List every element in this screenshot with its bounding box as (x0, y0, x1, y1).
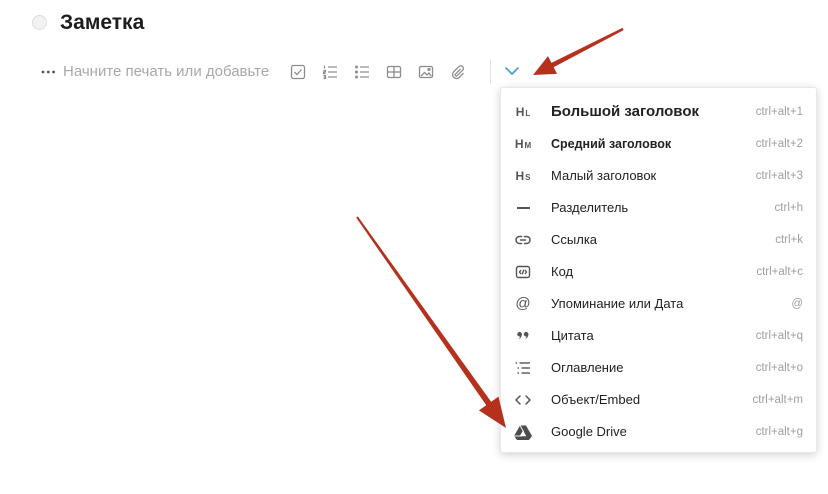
menu-item-divider[interactable]: Разделитель ctrl+h (501, 192, 816, 224)
menu-item-quote[interactable]: Цитата ctrl+alt+q (501, 320, 816, 352)
large-heading-icon: HL (515, 105, 531, 119)
embed-icon (513, 390, 533, 410)
menu-item-shortcut: ctrl+k (775, 234, 803, 246)
table-icon[interactable] (386, 64, 402, 80)
menu-item-mention-date[interactable]: @ Упоминание или Дата @ (501, 288, 816, 320)
paperclip-icon[interactable] (450, 64, 466, 80)
menu-item-label: Большой заголовок (551, 103, 700, 120)
checkbox-icon[interactable] (290, 64, 306, 80)
menu-item-label: Код (551, 264, 574, 279)
menu-item-label: Google Drive (551, 424, 627, 439)
code-icon (513, 262, 533, 282)
menu-item-table-of-contents[interactable]: Оглавление ctrl+alt+o (501, 352, 816, 384)
annotation-arrow-to-chevron-shaft (549, 27, 624, 69)
note-complete-toggle[interactable] (32, 15, 47, 30)
menu-item-shortcut: ctrl+alt+3 (755, 170, 803, 182)
menu-item-label: Разделитель (551, 200, 629, 215)
at-sign-icon: @ (515, 295, 531, 312)
menu-item-label: Средний заголовок (551, 137, 672, 151)
link-icon (513, 230, 533, 250)
menu-item-embed[interactable]: Объект/Embed ctrl+alt+m (501, 384, 816, 416)
bulleted-list-icon[interactable] (354, 64, 370, 80)
menu-item-shortcut: ctrl+alt+m (752, 394, 804, 406)
menu-item-label: Упоминание или Дата (551, 296, 684, 311)
annotation-arrow-to-chevron-head (533, 56, 558, 75)
menu-item-large-heading[interactable]: HL Большой заголовок ctrl+alt+1 (501, 96, 816, 128)
small-heading-icon: HS (515, 169, 531, 183)
chevron-down-icon[interactable] (503, 64, 521, 78)
quote-icon (513, 326, 533, 346)
toolbar-divider (490, 60, 491, 84)
menu-item-shortcut: ctrl+alt+1 (755, 106, 803, 118)
more-icon[interactable] (41, 64, 56, 80)
annotation-arrow-to-google-drive-shaft (356, 216, 493, 407)
menu-item-label: Малый заголовок (551, 168, 657, 183)
menu-item-small-heading[interactable]: HS Малый заголовок ctrl+alt+3 (501, 160, 816, 192)
insert-menu-dropdown: HL Большой заголовок ctrl+alt+1 HM Средн… (500, 87, 817, 453)
menu-item-label: Объект/Embed (551, 392, 641, 407)
menu-item-shortcut: ctrl+alt+c (756, 266, 803, 278)
image-icon[interactable] (418, 64, 434, 80)
numbered-list-icon[interactable] (322, 64, 338, 80)
menu-item-medium-heading[interactable]: HM Средний заголовок ctrl+alt+2 (501, 128, 816, 160)
menu-item-shortcut: ctrl+alt+2 (755, 138, 803, 150)
medium-heading-icon: HM (514, 137, 532, 151)
menu-item-label: Ссылка (551, 232, 598, 247)
table-of-contents-icon (513, 358, 533, 378)
menu-item-shortcut: ctrl+alt+o (755, 362, 803, 374)
note-title[interactable]: Заметка (60, 9, 144, 37)
google-drive-icon (513, 422, 533, 442)
menu-item-label: Оглавление (551, 360, 624, 375)
menu-item-shortcut: ctrl+h (774, 202, 803, 214)
menu-item-google-drive[interactable]: Google Drive ctrl+alt+g (501, 416, 816, 448)
menu-item-shortcut: @ (791, 298, 803, 310)
menu-item-shortcut: ctrl+alt+q (755, 330, 803, 342)
divider-icon (513, 198, 533, 218)
menu-item-label: Цитата (551, 328, 594, 343)
menu-item-code[interactable]: Код ctrl+alt+c (501, 256, 816, 288)
menu-item-shortcut: ctrl+alt+g (755, 426, 803, 438)
menu-item-link[interactable]: Ссылка ctrl+k (501, 224, 816, 256)
note-body-input[interactable]: Начните печать или добавьте (63, 62, 269, 82)
